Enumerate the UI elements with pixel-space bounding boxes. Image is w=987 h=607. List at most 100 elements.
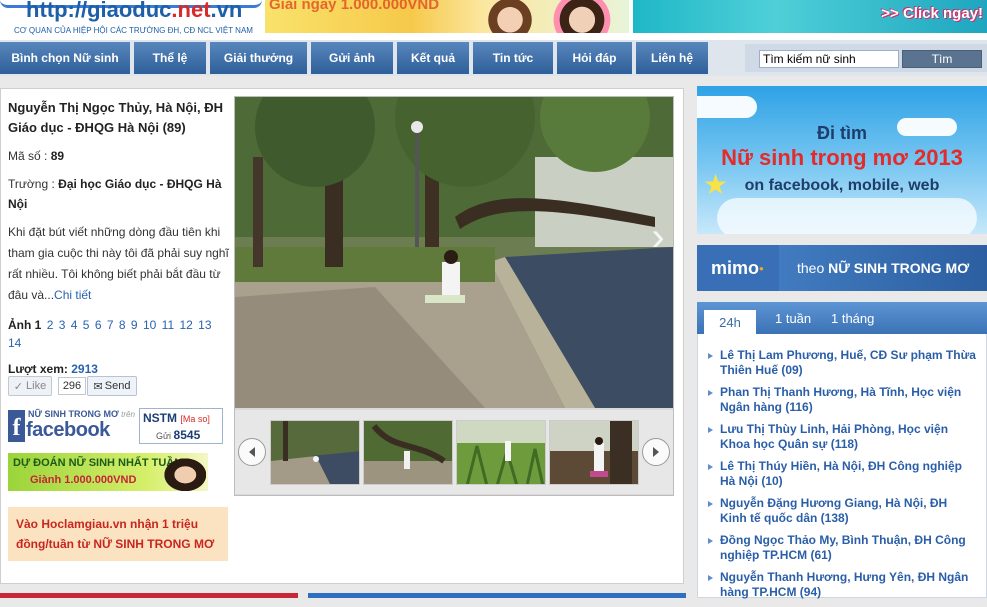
- facebook-banner[interactable]: f NỮ SINH TRONG MƠ trên facebook: [8, 408, 138, 444]
- click-ad-banner[interactable]: >> Click ngay!: [633, 0, 987, 33]
- mimo-logo-text: mimo: [711, 257, 760, 278]
- nstm-2013-promo[interactable]: ★ Đi tìm Nữ sinh trong mơ 2013 on facebo…: [697, 86, 987, 234]
- photo-thumbnail[interactable]: [270, 420, 360, 485]
- fb-wordmark: facebook: [26, 419, 110, 441]
- tab-1-month[interactable]: 1 tháng: [831, 311, 874, 326]
- sms-number-value: 8545: [173, 428, 201, 442]
- sms-code: NSTM [Ma so]: [143, 411, 210, 425]
- promo-text: Vào Hoclamgiau.vn nhận 1 triệu đồng/tuần…: [16, 517, 215, 551]
- ranking-tabs: 24h 1 tuần 1 tháng: [697, 302, 987, 334]
- nav-item-faq[interactable]: Hỏi đáp: [557, 42, 632, 74]
- cloud-decoration: [717, 198, 977, 234]
- like-label: Like: [26, 380, 47, 392]
- lake-photo-illustration: [235, 97, 673, 408]
- photo-page-link[interactable]: 9: [131, 318, 138, 332]
- logo-suffix: .vn: [210, 0, 243, 22]
- photo-thumbnail[interactable]: [456, 420, 546, 485]
- list-item[interactable]: Nguyễn Đặng Hương Giang, Hà Nội, ĐH Kinh…: [706, 496, 976, 526]
- mimo-text-bold: NỮ SINH TRONG MƠ: [828, 260, 970, 276]
- photo-page-link[interactable]: 3: [59, 318, 66, 332]
- top-contestants-list: Lê Thị Lam Phương, Huế, CĐ Sư phạm Thừa …: [706, 348, 976, 607]
- search-button[interactable]: Tìm: [902, 50, 982, 68]
- list-item[interactable]: Phan Thị Thanh Hương, Hà Tĩnh, Học viện …: [706, 385, 976, 415]
- predict-line-1: DỰ ĐOÁN NỮ SINH NHẤT TUẦN: [13, 457, 183, 469]
- logo-prefix: http://giaoduc: [26, 0, 172, 22]
- top-ad-text: Giải ngay 1.000.000VND: [269, 0, 440, 13]
- nav-item-results[interactable]: Kết quả: [397, 42, 469, 74]
- mimo-follow-banner[interactable]: mimo ● theo NỮ SINH TRONG MƠ: [697, 245, 987, 291]
- nav-item-rules[interactable]: Thể lệ: [134, 42, 206, 74]
- sms-send-label: Gửi: [156, 431, 172, 441]
- nav-item-contact[interactable]: Liên hệ: [636, 42, 708, 74]
- mimo-text-prefix: theo: [797, 260, 825, 276]
- logo-net: .net: [171, 0, 211, 22]
- main-nav: Bình chọn Nữ sinh Thể lệ Giải thưởng Gửi…: [0, 40, 987, 76]
- fb-banner-caption: NỮ SINH TRONG MƠ trên: [28, 409, 135, 419]
- logo-text: http://giaoduc.net.vn: [26, 0, 242, 23]
- views-label: Lượt xem:: [8, 362, 68, 376]
- sms-vote-box: NSTM [Ma so] Gửi 8545: [139, 408, 223, 444]
- main-contestant-photo[interactable]: [235, 97, 673, 408]
- list-item[interactable]: Lê Thị Lam Phương, Huế, CĐ Sư phạm Thừa …: [706, 348, 976, 378]
- contestant-id: Mã số : 89: [8, 146, 230, 166]
- contestant-info: Nguyễn Thị Ngọc Thủy, Hà Nội, ĐH Giáo dụ…: [8, 98, 230, 376]
- thumb-prev-button[interactable]: [238, 438, 266, 466]
- photo-page-link[interactable]: 10: [143, 318, 156, 332]
- promo-heading-2: Nữ sinh trong mơ 2013: [721, 145, 963, 170]
- photo-page-link[interactable]: 6: [95, 318, 102, 332]
- list-item[interactable]: Lê Thị Thúy Hiền, Hà Nội, ĐH Công nghiệp…: [706, 459, 976, 489]
- site-logo[interactable]: http://giaoduc.net.vn CƠ QUAN CỦA HIỆP H…: [0, 0, 262, 40]
- mimo-text: theo NỮ SINH TRONG MƠ: [797, 260, 969, 276]
- footer-stripe-blue: [308, 593, 686, 598]
- list-item[interactable]: Đồng Ngọc Thảo My, Bình Thuận, ĐH Công n…: [706, 533, 976, 563]
- photo-page-link[interactable]: 12: [179, 318, 192, 332]
- send-label: Send: [104, 380, 131, 392]
- ad-photo-girl-2: [547, 0, 617, 33]
- photo-page-link[interactable]: 2: [47, 318, 54, 332]
- photo-page-link[interactable]: 11: [162, 318, 174, 332]
- photo-page-link[interactable]: 5: [83, 318, 90, 332]
- top-ad-banner[interactable]: Giải ngay 1.000.000VND: [265, 0, 629, 33]
- mimo-logo: mimo ●: [697, 245, 779, 291]
- nav-item-vote[interactable]: Bình chọn Nữ sinh: [0, 42, 130, 74]
- thumbnail-image: [364, 421, 452, 484]
- list-item[interactable]: Lưu Thị Thùy Linh, Hải Phòng, Học viện K…: [706, 422, 976, 452]
- photos-label: Ảnh: [8, 318, 32, 332]
- photo-page-link[interactable]: 8: [119, 318, 126, 332]
- sms-code-text: NSTM: [143, 411, 177, 425]
- description-text: Khi đặt bút viết những dòng đầu tiên khi…: [8, 225, 229, 302]
- facebook-like-button[interactable]: ✓ Like: [8, 376, 52, 396]
- tab-1-week[interactable]: 1 tuần: [775, 311, 811, 326]
- photo-page-link[interactable]: 4: [71, 318, 78, 332]
- predict-line-2: Giành 1.000.000VND: [30, 474, 137, 486]
- contestant-title: Nguyễn Thị Ngọc Thủy, Hà Nội, ĐH Giáo dụ…: [8, 100, 223, 135]
- fb-caption-suffix: trên: [121, 410, 135, 419]
- search-input[interactable]: [759, 50, 899, 68]
- promo-heading-1: Đi tìm: [816, 123, 867, 143]
- photo-thumbnail[interactable]: [549, 420, 639, 485]
- thumb-next-button[interactable]: [642, 438, 670, 466]
- facebook-send-button[interactable]: ✉ Send: [87, 376, 137, 396]
- footer-stripe-red: [0, 593, 298, 598]
- views-value: 2913: [71, 362, 98, 376]
- photo-page-link[interactable]: 14: [8, 336, 21, 350]
- predict-ad-banner[interactable]: DỰ ĐOÁN NỮ SINH NHẤT TUẦN Giành 1.000.00…: [8, 453, 208, 491]
- nav-item-news[interactable]: Tin tức: [473, 42, 553, 74]
- contestant-school: Trường : Đại học Giáo dục - ĐHQG Hà Nội: [8, 174, 230, 214]
- fb-caption-text: NỮ SINH TRONG MƠ: [28, 409, 119, 419]
- nav-item-prizes[interactable]: Giải thưởng: [210, 42, 307, 74]
- logo-subtitle: CƠ QUAN CỦA HIỆP HỘI CÁC TRƯỜNG ĐH, CĐ N…: [14, 26, 253, 35]
- photo-page-link[interactable]: 7: [107, 318, 114, 332]
- tab-24h[interactable]: 24h: [704, 310, 756, 334]
- photo-page-link[interactable]: 13: [198, 318, 211, 332]
- hoclamgiau-promo[interactable]: Vào Hoclamgiau.vn nhận 1 triệu đồng/tuần…: [8, 507, 228, 561]
- like-count: 296: [58, 377, 86, 395]
- photo-thumbnail[interactable]: [363, 420, 453, 485]
- chevron-right-icon: [653, 447, 659, 457]
- nav-item-send-photo[interactable]: Gửi ảnh: [311, 42, 393, 74]
- predict-girl-photo: [160, 455, 206, 491]
- next-photo-arrow-icon[interactable]: ›: [645, 215, 671, 259]
- list-item[interactable]: Nguyễn Thanh Hương, Hưng Yên, ĐH Ngân hà…: [706, 570, 976, 600]
- read-more-link[interactable]: Chi tiết: [54, 288, 91, 302]
- photo-page-link[interactable]: 1: [35, 318, 42, 332]
